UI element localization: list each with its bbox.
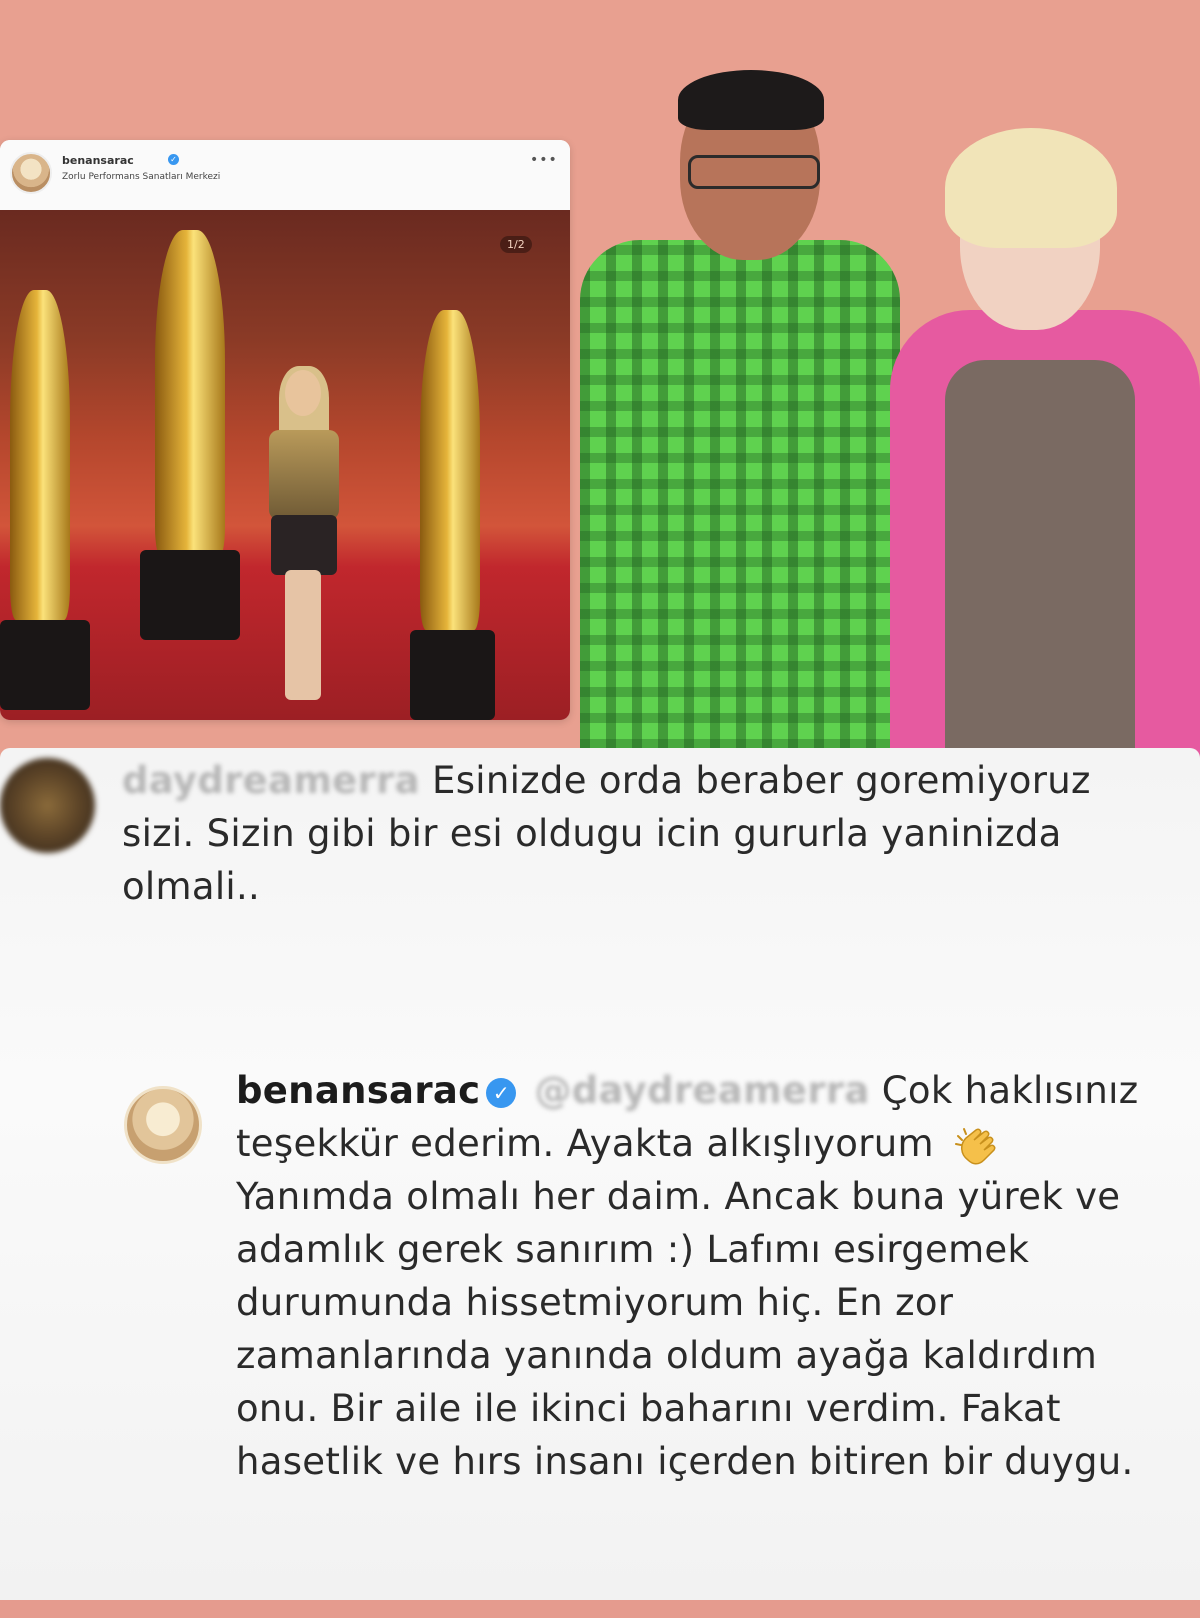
trophy-statue-left [0, 290, 100, 720]
post-photo: 1/2 [0, 210, 570, 720]
glasses-icon [688, 155, 820, 189]
reply-author-avatar[interactable] [124, 1086, 202, 1164]
post-author-username[interactable]: benansarac [62, 154, 134, 167]
more-options-icon[interactable]: ••• [530, 152, 558, 168]
verified-icon: ✓ [486, 1077, 517, 1108]
verified-icon: ✓ [168, 154, 179, 165]
comment-2-username[interactable]: benansarac [236, 1069, 480, 1112]
comment-2-text-part2: Yanımda olmalı her daim. Ancak buna yüre… [236, 1175, 1134, 1483]
comment-1-username[interactable]: daydreamerra [122, 759, 420, 802]
couple-photo [560, 40, 1200, 775]
trophy-statue-right [400, 310, 510, 720]
post-location[interactable]: Zorlu Performans Sanatları Merkezi [62, 172, 220, 182]
commenter-avatar-blurred[interactable] [0, 758, 95, 853]
comment-2-mention[interactable]: @daydreamerra [534, 1069, 869, 1112]
carousel-counter: 1/2 [500, 236, 532, 253]
bottom-border [0, 1600, 1200, 1618]
comment-section: daydreamerra Esinizde orda beraber gorem… [0, 748, 1200, 1606]
trophy-statue-center [130, 230, 250, 640]
comment-2: benansarac ✓ @daydreamerra Çok haklısınız… [236, 1064, 1156, 1488]
photo-collage: benansarac ✓ Zorlu Performans Sanatları … [0, 0, 1200, 775]
post-author-avatar[interactable] [10, 152, 52, 194]
comment-1: daydreamerra Esinizde orda beraber gorem… [122, 754, 1162, 913]
woman-figure [255, 366, 345, 700]
clapping-hands-icon [954, 1127, 996, 1164]
post-header: benansarac ✓ Zorlu Performans Sanatları … [0, 140, 570, 210]
instagram-post-card: benansarac ✓ Zorlu Performans Sanatları … [0, 140, 570, 720]
man-figure [580, 240, 900, 775]
